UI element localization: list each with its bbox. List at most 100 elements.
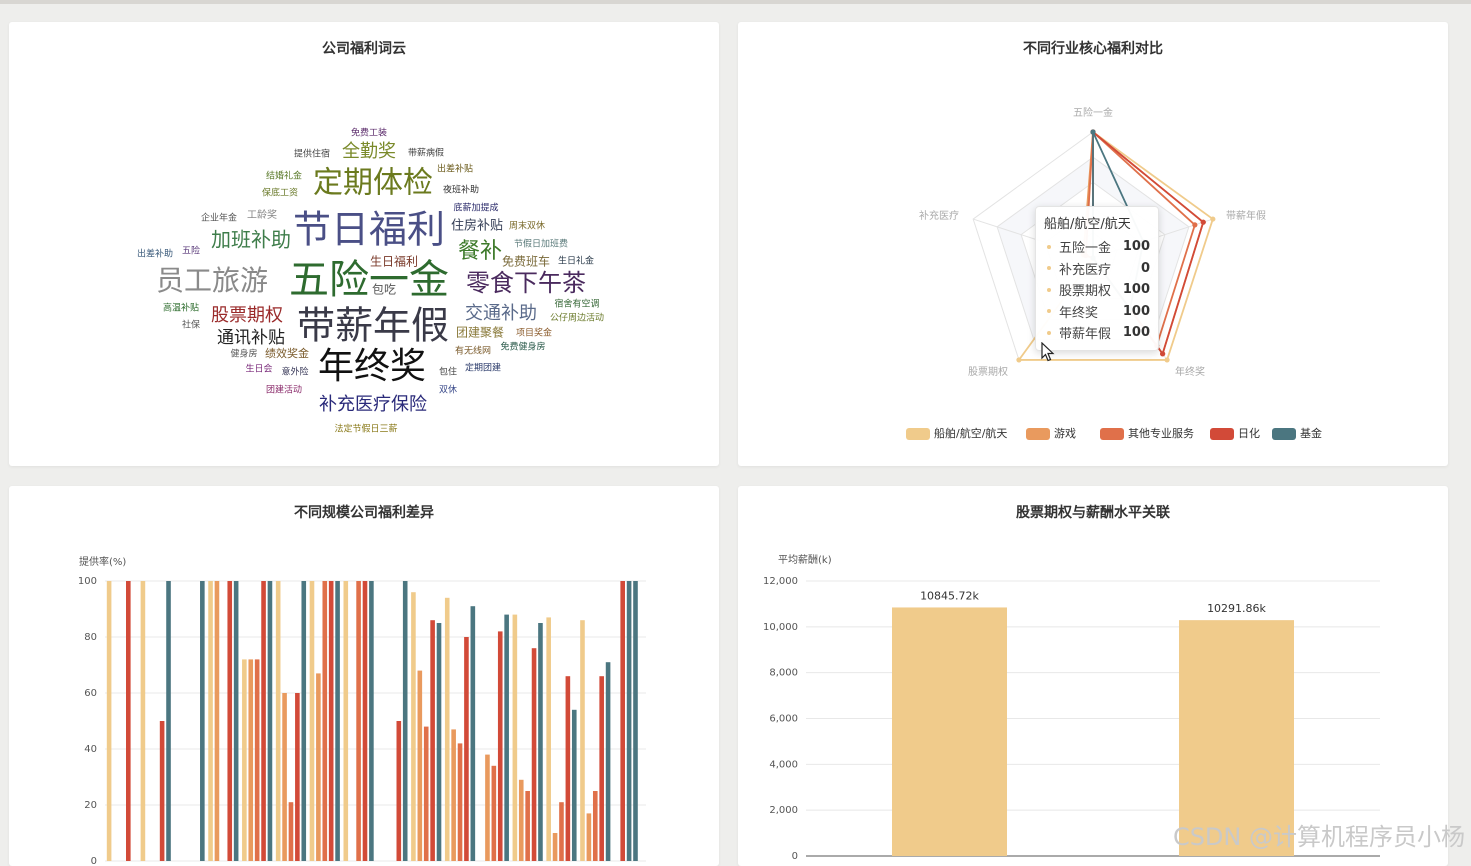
bar-s3[interactable]: [592, 791, 598, 861]
word-15[interactable]: 住房补贴: [451, 218, 503, 234]
bar-s4[interactable]: [599, 676, 604, 861]
bar-s2[interactable]: [485, 754, 490, 861]
legend-swatch[interactable]: [906, 428, 930, 440]
word-47[interactable]: 定期团建: [465, 362, 501, 374]
bar-s3[interactable]: [559, 802, 564, 861]
word-5[interactable]: 定期体检: [313, 166, 433, 201]
bar-s5[interactable]: [504, 614, 509, 861]
bar-s5[interactable]: [571, 709, 577, 861]
word-25[interactable]: 提供住宿: [294, 148, 330, 160]
bar-s1[interactable]: [106, 581, 112, 861]
bar-s1[interactable]: [411, 592, 416, 861]
legend-swatch[interactable]: [1272, 428, 1296, 440]
bar-s2[interactable]: [417, 670, 423, 861]
word-41[interactable]: 有无线网: [455, 345, 491, 357]
word-49[interactable]: 双休: [439, 384, 457, 396]
word-9[interactable]: 加班补助: [211, 228, 291, 252]
bar-s4[interactable]: [430, 620, 435, 861]
word-38[interactable]: 宿舍有空调: [554, 298, 599, 310]
word-11[interactable]: 股票期权: [211, 305, 283, 326]
bar-s5[interactable]: [233, 581, 239, 861]
word-45[interactable]: 意外险: [281, 366, 308, 378]
salary-chart[interactable]: 平均薪酬(k) 0 2,000 4,000 6,000 8,000 10,000 12,000…: [738, 486, 1448, 866]
legend-label[interactable]: 日化: [1238, 426, 1260, 440]
word-21[interactable]: 底薪加提成: [453, 202, 498, 214]
word-6[interactable]: 员工旅游: [156, 264, 268, 297]
bar-s2[interactable]: [282, 693, 287, 861]
bar-last-group[interactable]: [620, 581, 625, 861]
bar-s5[interactable]: [166, 581, 171, 861]
bar-s4[interactable]: [295, 693, 300, 861]
legend-swatch[interactable]: [1210, 428, 1234, 440]
bar-s5[interactable]: [200, 581, 205, 861]
bar-s4[interactable]: [261, 581, 266, 861]
word-37[interactable]: 社保: [182, 319, 200, 331]
bar-s1[interactable]: [208, 581, 213, 861]
word-34[interactable]: 出差补助: [137, 248, 173, 260]
word-13[interactable]: 补充医疗保险: [319, 394, 427, 415]
word-19[interactable]: 包吃: [372, 283, 396, 297]
word-27[interactable]: 结婚礼金: [266, 170, 302, 182]
bar-s3[interactable]: [525, 791, 530, 861]
bar-s5[interactable]: [402, 581, 408, 861]
word-7[interactable]: 零食下午茶: [466, 269, 586, 297]
radar-point[interactable]: [1090, 129, 1096, 135]
word-20[interactable]: 绩效奖金: [265, 346, 309, 360]
word-16[interactable]: 生日福利: [370, 254, 418, 269]
bar-s2[interactable]: [586, 813, 592, 861]
bar-s1[interactable]: [242, 659, 247, 861]
word-26[interactable]: 免费工装: [351, 127, 387, 139]
size-bars-chart[interactable]: 提供率(%) 0 20 40 60 80 100: [9, 486, 719, 866]
bar-s3[interactable]: [356, 581, 361, 861]
bar-s2[interactable]: [518, 779, 524, 861]
word-42[interactable]: 免费健身房: [500, 341, 545, 353]
word-32[interactable]: 节假日加班费: [514, 238, 568, 250]
legend-label[interactable]: 船舶/航空/航天: [934, 426, 1007, 440]
bar-s2[interactable]: [248, 659, 254, 861]
word-40[interactable]: 项目奖金: [516, 327, 552, 339]
salary-bar[interactable]: [892, 607, 1007, 856]
bar-s1[interactable]: [309, 581, 315, 861]
word-4[interactable]: 年终奖: [318, 346, 426, 387]
bar-s4[interactable]: [328, 581, 334, 861]
word-17[interactable]: 免费班车: [502, 254, 550, 269]
word-22[interactable]: 夜班补助: [443, 184, 479, 196]
word-48[interactable]: 团建活动: [266, 384, 302, 396]
bar-s2[interactable]: [214, 581, 220, 861]
radar-point[interactable]: [1200, 219, 1206, 225]
word-10[interactable]: 全勤奖: [342, 141, 396, 162]
word-44[interactable]: 生日会: [245, 363, 272, 375]
bar-s5[interactable]: [470, 606, 476, 861]
bar-s5[interactable]: [369, 581, 374, 861]
word-24[interactable]: 带薪病假: [408, 147, 444, 159]
bar-s4[interactable]: [362, 581, 368, 861]
bar-s4[interactable]: [159, 721, 165, 861]
bar-s5[interactable]: [436, 623, 442, 861]
legend-label[interactable]: 其他专业服务: [1128, 426, 1194, 440]
word-36[interactable]: 高温补贴: [163, 302, 199, 314]
legend-swatch[interactable]: [1100, 428, 1124, 440]
radar-point[interactable]: [1016, 357, 1022, 363]
word-2[interactable]: 节日福利: [293, 208, 445, 252]
legend-swatch[interactable]: [1026, 428, 1050, 440]
word-50[interactable]: 法定节假日三薪: [334, 423, 397, 435]
bar-s4[interactable]: [227, 581, 233, 861]
word-28[interactable]: 保底工资: [262, 187, 298, 199]
word-39[interactable]: 公仔周边活动: [550, 312, 604, 324]
bar-s3[interactable]: [423, 726, 429, 861]
bar-s3[interactable]: [491, 765, 497, 861]
word-46[interactable]: 包住: [439, 366, 457, 378]
word-29[interactable]: 企业年金: [201, 212, 237, 224]
bar-s2[interactable]: [451, 729, 456, 861]
bar-last-group[interactable]: [633, 581, 638, 861]
legend-label[interactable]: 游戏: [1054, 427, 1076, 440]
bar-s1[interactable]: [580, 620, 585, 861]
bar-s1[interactable]: [444, 597, 450, 861]
bar-s5[interactable]: [335, 581, 340, 861]
word-33[interactable]: 生日礼金: [558, 255, 594, 267]
word-3[interactable]: 带薪年假: [297, 304, 449, 348]
bar-s2[interactable]: [552, 833, 558, 861]
word-12[interactable]: 交通补助: [465, 303, 537, 324]
radar-point[interactable]: [1210, 216, 1216, 222]
bar-last-group[interactable]: [626, 581, 632, 861]
